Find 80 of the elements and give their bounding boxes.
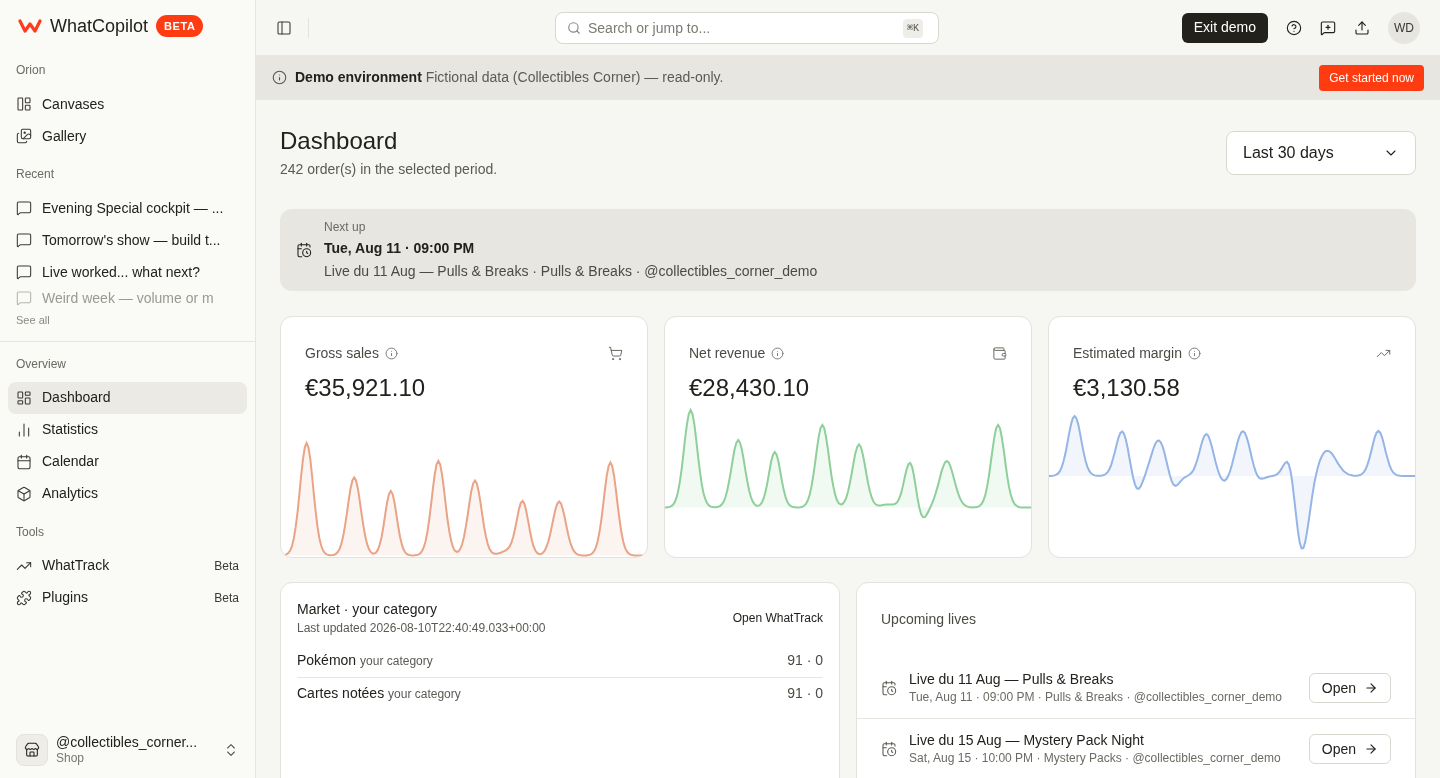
shortcut-key: ⌘K bbox=[903, 19, 924, 38]
open-button[interactable]: Open bbox=[1308, 673, 1391, 703]
calendar-clock-icon bbox=[881, 741, 897, 757]
section-heading: Recent bbox=[15, 166, 56, 183]
category-name: Pokémon your category bbox=[297, 650, 433, 670]
info-icon bbox=[272, 70, 287, 85]
search-icon bbox=[567, 21, 581, 35]
next-up-label: Next up bbox=[324, 219, 367, 235]
exit-demo-button[interactable]: Exit demo bbox=[1181, 12, 1268, 43]
next-up-detail: Live du 11 Aug — Pulls & Breaks · Pulls & Breaks · @collectibles_corner_demo bbox=[324, 263, 818, 281]
account-name: @collectibles_corner... bbox=[56, 733, 199, 751]
layout-icon bbox=[16, 96, 32, 112]
live-title: Live du 15 Aug — Mystery Pack Night bbox=[909, 731, 1145, 750]
section-heading: Orion bbox=[15, 62, 47, 79]
chat-bubble-icon bbox=[16, 232, 32, 248]
category-value: 91 · 0 bbox=[787, 684, 823, 703]
feedback-icon[interactable] bbox=[1320, 19, 1336, 36]
metric-value: €28,430.10 bbox=[688, 373, 811, 403]
calendar-clock-icon bbox=[296, 242, 312, 258]
live-title: Live du 11 Aug — Pulls & Breaks bbox=[909, 670, 1115, 689]
info-icon[interactable] bbox=[771, 347, 785, 360]
images-icon bbox=[16, 128, 32, 144]
page-title: Dashboard bbox=[280, 126, 399, 156]
user-avatar[interactable]: WD bbox=[1388, 11, 1420, 44]
period-select[interactable]: Last 30 days bbox=[1226, 131, 1416, 175]
account-role: Shop bbox=[56, 751, 86, 766]
beta-label: Beta bbox=[214, 589, 239, 607]
sidebar-item[interactable]: Gallery bbox=[8, 120, 247, 152]
metric-label: Gross sales bbox=[305, 344, 379, 363]
chat-bubble-icon bbox=[16, 264, 32, 280]
next-up-date: Tue, Aug 11 · 09:00 PM bbox=[324, 239, 476, 257]
sidebar-item[interactable]: Tomorrow's show — build t... bbox=[8, 224, 247, 256]
metric-value: €35,921.10 bbox=[304, 373, 427, 403]
category-value: 91 · 0 bbox=[787, 650, 823, 670]
info-icon[interactable] bbox=[1187, 347, 1201, 360]
brand-name: WhatCopilot bbox=[50, 14, 149, 38]
see-all-link[interactable]: See all bbox=[0, 312, 255, 329]
section-heading: Overview bbox=[15, 355, 67, 373]
market-updated: Last updated 2026-08-10T22:40:49.033+00:00 bbox=[297, 620, 546, 636]
puzzle-icon bbox=[16, 589, 32, 606]
share-icon[interactable] bbox=[1354, 19, 1370, 36]
sidebar-item[interactable]: Analytics bbox=[8, 477, 247, 510]
dashboard-icon bbox=[16, 389, 32, 406]
sidebar-item[interactable]: Live worked... what next? bbox=[8, 256, 247, 288]
sidebar-item[interactable]: Plugins Beta bbox=[8, 581, 247, 614]
upcoming-title: Upcoming lives bbox=[880, 610, 977, 629]
store-icon bbox=[24, 741, 40, 758]
get-started-button[interactable]: Get started now bbox=[1319, 64, 1424, 91]
info-icon[interactable] bbox=[384, 347, 398, 360]
cart-icon bbox=[608, 346, 623, 361]
help-icon[interactable] bbox=[1286, 19, 1302, 36]
category-name: Cartes notées your category bbox=[297, 684, 461, 703]
metric-value: €3,130.58 bbox=[1072, 373, 1181, 403]
sidebar-toggle-icon[interactable] bbox=[276, 19, 292, 36]
open-whattrack-link[interactable]: Open WhatTrack bbox=[732, 609, 823, 627]
bar-chart-icon bbox=[16, 421, 32, 438]
calendar-clock-icon bbox=[881, 680, 897, 696]
chat-bubble-icon bbox=[16, 290, 32, 306]
live-detail: Sat, Aug 15 · 10:00 PM · Mystery Packs · @collectibles_corner_demo bbox=[909, 751, 1282, 767]
metric-label: Estimated margin bbox=[1073, 344, 1182, 363]
market-title: Market · your category bbox=[297, 601, 439, 619]
cube-icon bbox=[16, 485, 32, 502]
sidebar-item[interactable]: Calendar bbox=[8, 445, 247, 478]
page-subtitle: 242 order(s) in the selected period. bbox=[280, 160, 498, 179]
sidebar-item[interactable]: Statistics bbox=[8, 413, 247, 446]
chat-bubble-icon bbox=[16, 200, 32, 216]
metric-label: Net revenue bbox=[689, 344, 766, 363]
sidebar-item[interactable]: WhatTrack Beta bbox=[8, 549, 247, 582]
calendar-icon bbox=[16, 453, 32, 470]
beta-badge: BETA bbox=[156, 14, 204, 38]
sidebar-item[interactable]: Canvases bbox=[8, 88, 247, 120]
beta-label: Beta bbox=[214, 557, 239, 575]
open-button[interactable]: Open bbox=[1308, 734, 1391, 764]
sidebar-item[interactable]: Dashboard bbox=[8, 381, 247, 414]
banner-text: Demo environment Fictional data (Collectibles Corner) — read-only. bbox=[295, 68, 724, 87]
logo-icon bbox=[18, 18, 42, 34]
live-detail: Tue, Aug 11 · 09:00 PM · Pulls & Breaks · @collectibles_corner_demo bbox=[909, 690, 1284, 706]
section-heading: Tools bbox=[15, 523, 45, 541]
sidebar-item[interactable]: Evening Special cockpit — ... bbox=[8, 192, 247, 224]
wallet-icon bbox=[992, 346, 1007, 361]
